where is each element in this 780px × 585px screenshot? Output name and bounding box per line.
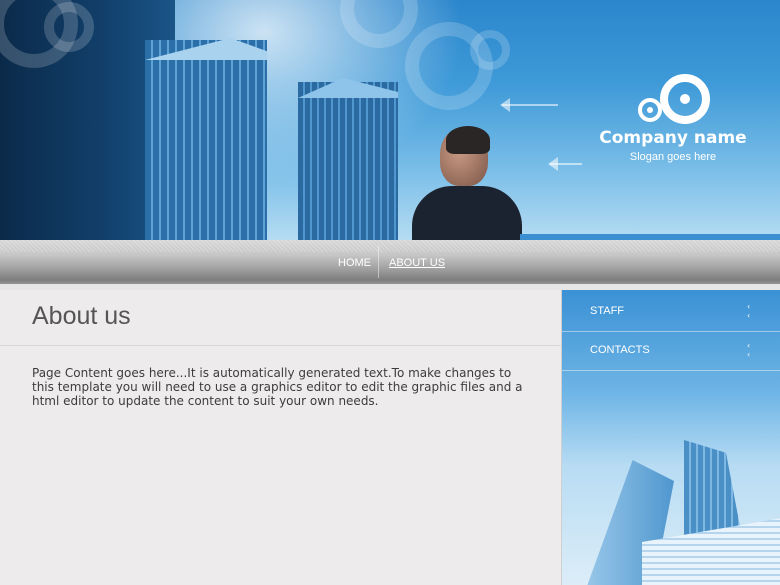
double-chevron-left-icon: ‹ ‹	[747, 302, 751, 320]
businessman-suit	[412, 186, 522, 240]
sidebar-item-label: CONTACTS	[590, 344, 650, 356]
title-divider	[0, 345, 561, 346]
glass-tower-left	[145, 40, 267, 240]
sidebar-item-contacts[interactable]: CONTACTS ‹ ‹	[562, 332, 780, 371]
slogan: Slogan goes here	[629, 151, 717, 163]
nav-home-link[interactable]: HOME	[338, 257, 371, 269]
businessman-hair	[446, 126, 490, 154]
page-title: About us	[32, 302, 131, 330]
double-chevron-left-icon: ‹ ‹	[747, 341, 751, 359]
nav-about-us-link[interactable]: ABOUT US	[389, 257, 445, 269]
main-content-panel: About us Page Content goes here...It is …	[0, 290, 562, 585]
nav-divider	[378, 246, 379, 278]
header-banner: Company name Slogan goes here	[0, 0, 780, 240]
sidebar-item-label: STAFF	[590, 305, 625, 317]
glass-tower-right	[298, 82, 398, 240]
ring-decoration	[44, 2, 94, 52]
sidebar: STAFF ‹ ‹ CONTACTS ‹ ‹	[562, 290, 780, 585]
page-content-text: Page Content goes here...It is automatic…	[32, 366, 523, 408]
ring-decoration	[470, 30, 510, 70]
company-name: Company name	[599, 128, 747, 148]
two-rings-logo-icon	[636, 74, 712, 130]
arrow-left-icon	[500, 98, 558, 112]
arrow-left-icon	[548, 157, 582, 171]
logo-ring-small	[638, 98, 662, 122]
logo-ring-large	[660, 74, 710, 124]
top-nav-bar: HOME ABOUT US	[0, 240, 780, 290]
sidebar-item-staff[interactable]: STAFF ‹ ‹	[562, 293, 780, 332]
